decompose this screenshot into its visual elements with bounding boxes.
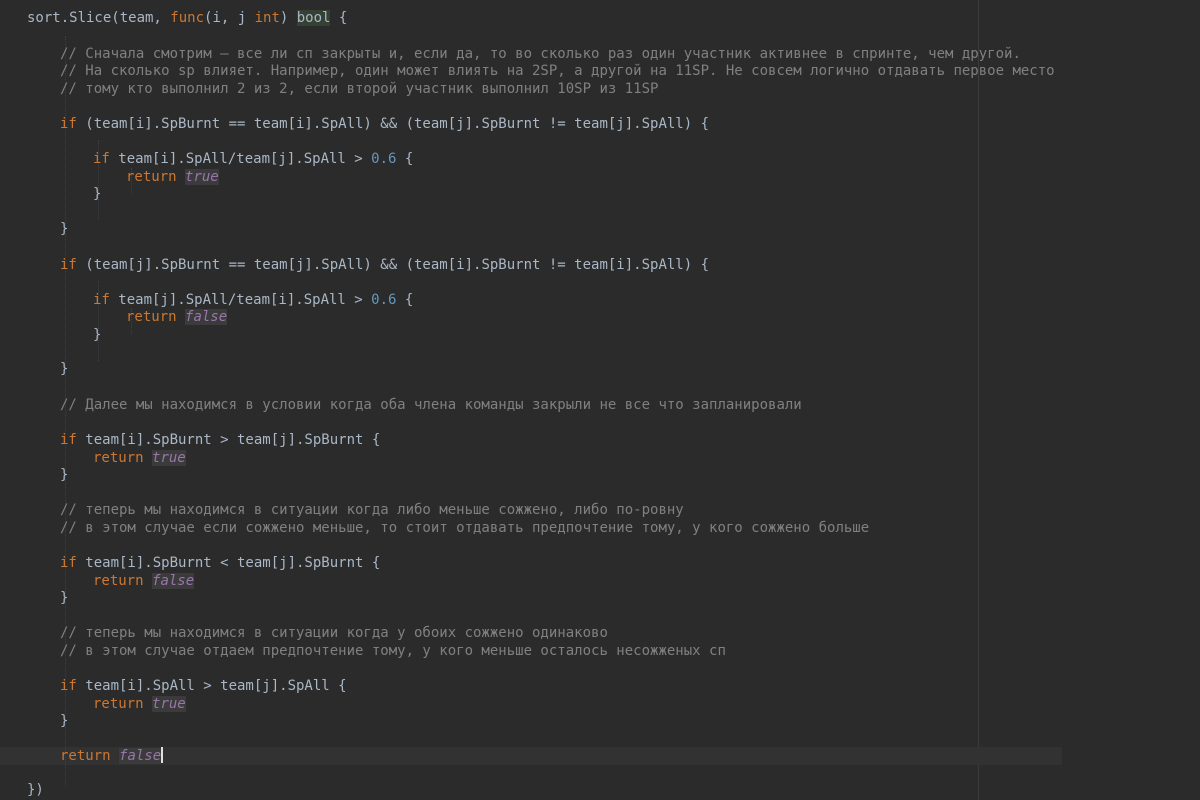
keyword: if — [60, 432, 77, 448]
type-name: int — [254, 10, 280, 26]
code-line: if team[i].SpAll/team[j].SpAll > 0.6 { — [93, 150, 413, 168]
code-text: (team[j].SpBurnt == team[j].SpAll) && (t… — [76, 257, 710, 273]
bool-literal: false — [152, 573, 195, 589]
comment-line: // в этом случае отдаем предпочтение том… — [60, 643, 726, 659]
comment-line: // На сколько sp влияет. Например, один … — [60, 63, 1055, 79]
code-text: team[i].SpBurnt > team[j].SpBurnt { — [76, 432, 381, 448]
keyword: return — [93, 573, 144, 589]
keyword: if — [60, 555, 77, 571]
keyword: return — [60, 748, 111, 764]
code-line: if team[j].SpAll/team[i].SpAll > 0.6 { — [93, 291, 413, 309]
code-line: if (team[j].SpBurnt == team[j].SpAll) &&… — [60, 256, 709, 274]
keyword: if — [93, 292, 110, 308]
code-line: return true — [93, 449, 186, 467]
bool-literal: true — [185, 169, 219, 185]
keyword: return — [126, 169, 177, 185]
closing-brace: } — [60, 713, 69, 729]
code-text: (i, j — [204, 10, 255, 26]
code-text: team[i].SpBurnt < team[j].SpBurnt { — [76, 555, 381, 571]
keyword: return — [126, 309, 177, 325]
code-line: if team[i].SpAll > team[j].SpAll { — [60, 677, 347, 695]
code-text: { — [396, 292, 414, 308]
code-area[interactable]: sort.Slice(team, func(i, j int) bool { /… — [27, 0, 1200, 800]
closing-line: }) — [27, 782, 44, 798]
closing-brace: } — [60, 221, 69, 237]
closing-brace: } — [60, 467, 69, 483]
closing-brace: } — [93, 186, 102, 202]
closing-brace: } — [93, 327, 102, 343]
type-name: bool — [296, 10, 331, 26]
keyword: if — [60, 116, 77, 132]
comment-line: // теперь мы находимся в ситуации когда … — [60, 502, 684, 518]
code-line: if team[i].SpBurnt > team[j].SpBurnt { — [60, 431, 380, 449]
comment-line: // Сначала смотрим – все ли сп закрыты и… — [60, 46, 1021, 62]
code-text: team[j].SpAll/team[i].SpAll > — [109, 292, 372, 308]
code-line: return false — [93, 572, 195, 590]
comment-line: // теперь мы находимся в ситуации когда … — [60, 625, 608, 641]
code-text: team[i].SpAll > team[j].SpAll { — [76, 678, 347, 694]
code-editor[interactable]: sort.Slice(team, func(i, j int) bool { /… — [0, 0, 1200, 800]
number-literal: 0.6 — [371, 292, 397, 308]
bool-literal: false — [119, 748, 162, 764]
comment-line: // тому кто выполнил 2 из 2, если второй… — [60, 81, 659, 97]
code-line: sort.Slice(team, func(i, j int) bool { — [27, 9, 347, 27]
comment-line: // в этом случае если сожжено меньше, то… — [60, 520, 870, 536]
code-text: team[i].SpAll/team[j].SpAll > — [109, 151, 372, 167]
bool-literal: true — [152, 696, 186, 712]
keyword: if — [93, 151, 110, 167]
code-line: return false — [60, 747, 164, 765]
code-text: ) — [279, 10, 297, 26]
code-text: sort.Slice(team, — [27, 10, 171, 26]
keyword: func — [170, 10, 205, 26]
keyword: if — [60, 257, 77, 273]
comment-line: // Далее мы находимся в условии когда об… — [60, 397, 802, 413]
keyword: if — [60, 678, 77, 694]
code-line: return false — [126, 308, 228, 326]
text-cursor — [161, 747, 164, 763]
code-line: if (team[i].SpBurnt == team[i].SpAll) &&… — [60, 115, 709, 133]
number-literal: 0.6 — [371, 151, 397, 167]
code-text: (team[i].SpBurnt == team[i].SpAll) && (t… — [76, 116, 710, 132]
code-text: { — [396, 151, 414, 167]
keyword: return — [93, 696, 144, 712]
code-text: { — [330, 10, 348, 26]
bool-literal: false — [185, 309, 228, 325]
code-line: return true — [126, 168, 219, 186]
closing-brace: } — [60, 361, 69, 377]
closing-brace: } — [60, 590, 69, 606]
keyword: return — [93, 450, 144, 466]
code-line: return true — [93, 695, 186, 713]
code-line: if team[i].SpBurnt < team[j].SpBurnt { — [60, 554, 380, 572]
bool-literal: true — [152, 450, 186, 466]
